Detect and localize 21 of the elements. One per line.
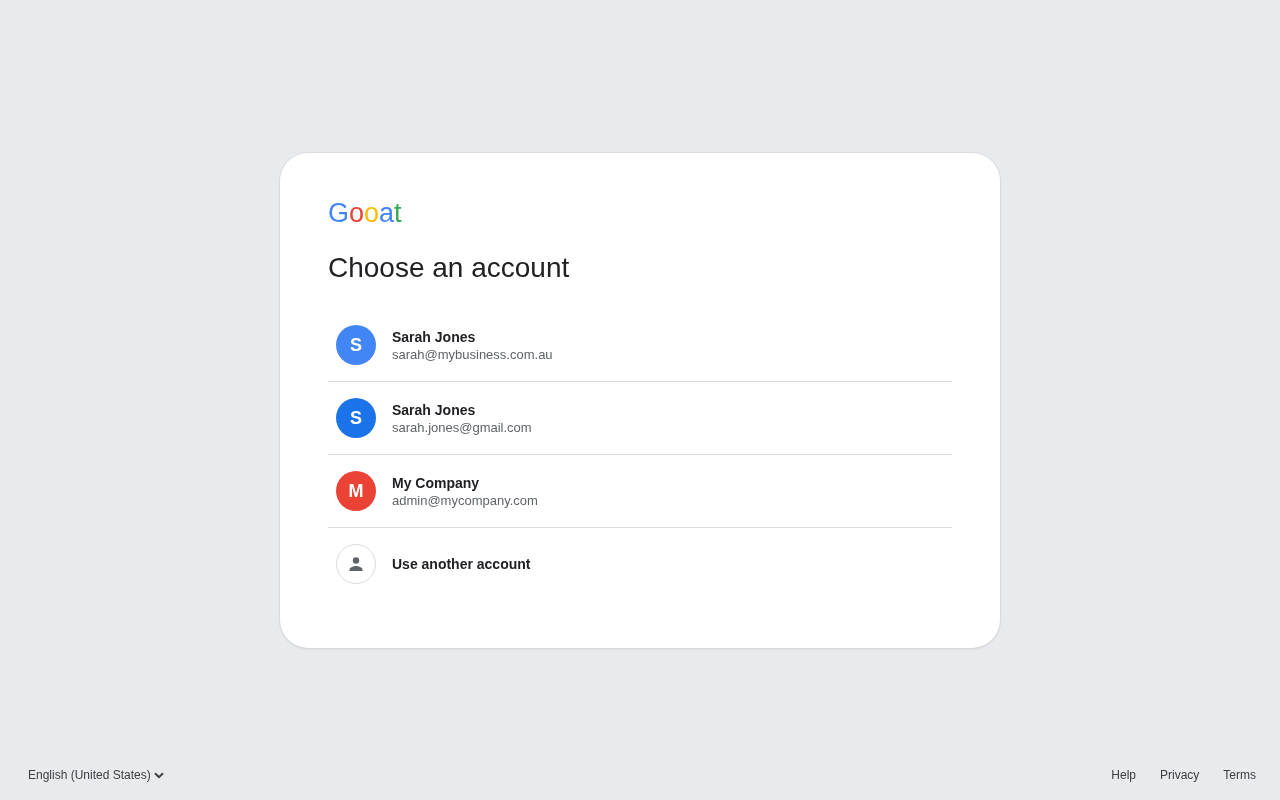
account-name: My Company: [392, 474, 481, 491]
account-email: sarah@mybusiness.com.au: [392, 346, 553, 362]
account-item[interactable]: Use another account: [328, 528, 952, 600]
avatar: M: [336, 471, 376, 511]
account-item[interactable]: M My Company admin@mycompany.com: [328, 455, 952, 528]
footer-link[interactable]: Terms: [1211, 764, 1256, 786]
logo: Gooat: [328, 201, 402, 225]
page-title: Choose an account: [328, 251, 571, 285]
avatar: S: [336, 325, 376, 365]
footer-link[interactable]: Help: [1099, 764, 1148, 786]
account-label: Use another account: [392, 556, 531, 572]
account-item[interactable]: S Sarah Jones sarah@mybusiness.com.au: [328, 309, 952, 382]
caret-icon: [153, 771, 164, 779]
footer-link[interactable]: Privacy: [1148, 764, 1212, 786]
language-dropdown[interactable]: English (United States): [24, 764, 168, 786]
account-email: admin@mycompany.com: [392, 492, 538, 508]
account-name: Sarah Jones: [392, 401, 477, 418]
avatar: S: [336, 398, 376, 438]
account-item[interactable]: S Sarah Jones sarah.jones@gmail.com: [328, 382, 952, 455]
account-name: Sarah Jones: [392, 328, 477, 345]
account-email: sarah.jones@gmail.com: [392, 419, 532, 435]
